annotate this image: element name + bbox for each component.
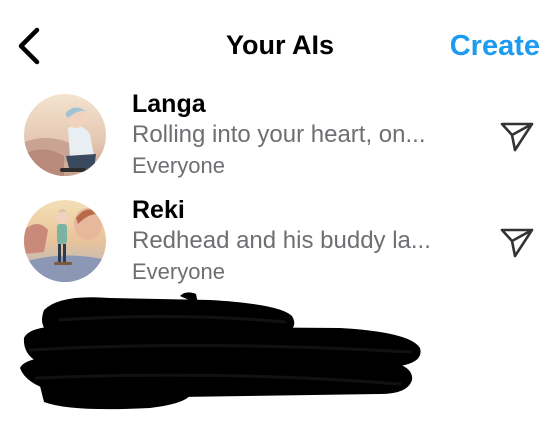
send-button[interactable]	[496, 222, 538, 264]
ai-list-item-langa[interactable]: Langa Rolling into your heart, on... Eve…	[0, 90, 560, 190]
send-icon	[500, 122, 534, 152]
redacted-region	[0, 290, 560, 429]
avatar	[24, 200, 106, 282]
avatar	[24, 94, 106, 176]
ai-name: Langa	[132, 90, 206, 118]
your-ais-screen: Your AIs Create Langa Rolling into your …	[0, 0, 560, 429]
ai-name: Reki	[132, 196, 185, 224]
ai-preview: Redhead and his buddy la...	[132, 227, 431, 254]
create-button[interactable]: Create	[450, 30, 540, 63]
ai-audience: Everyone	[132, 153, 225, 178]
ai-preview: Rolling into your heart, on...	[132, 121, 426, 148]
header: Your AIs Create	[0, 0, 560, 92]
ai-audience: Everyone	[132, 259, 225, 284]
send-button[interactable]	[496, 116, 538, 158]
ai-list-item-reki[interactable]: Reki Redhead and his buddy la... Everyon…	[0, 196, 560, 296]
back-button[interactable]	[6, 22, 50, 70]
send-icon	[500, 228, 534, 258]
chevron-left-icon	[18, 27, 40, 65]
